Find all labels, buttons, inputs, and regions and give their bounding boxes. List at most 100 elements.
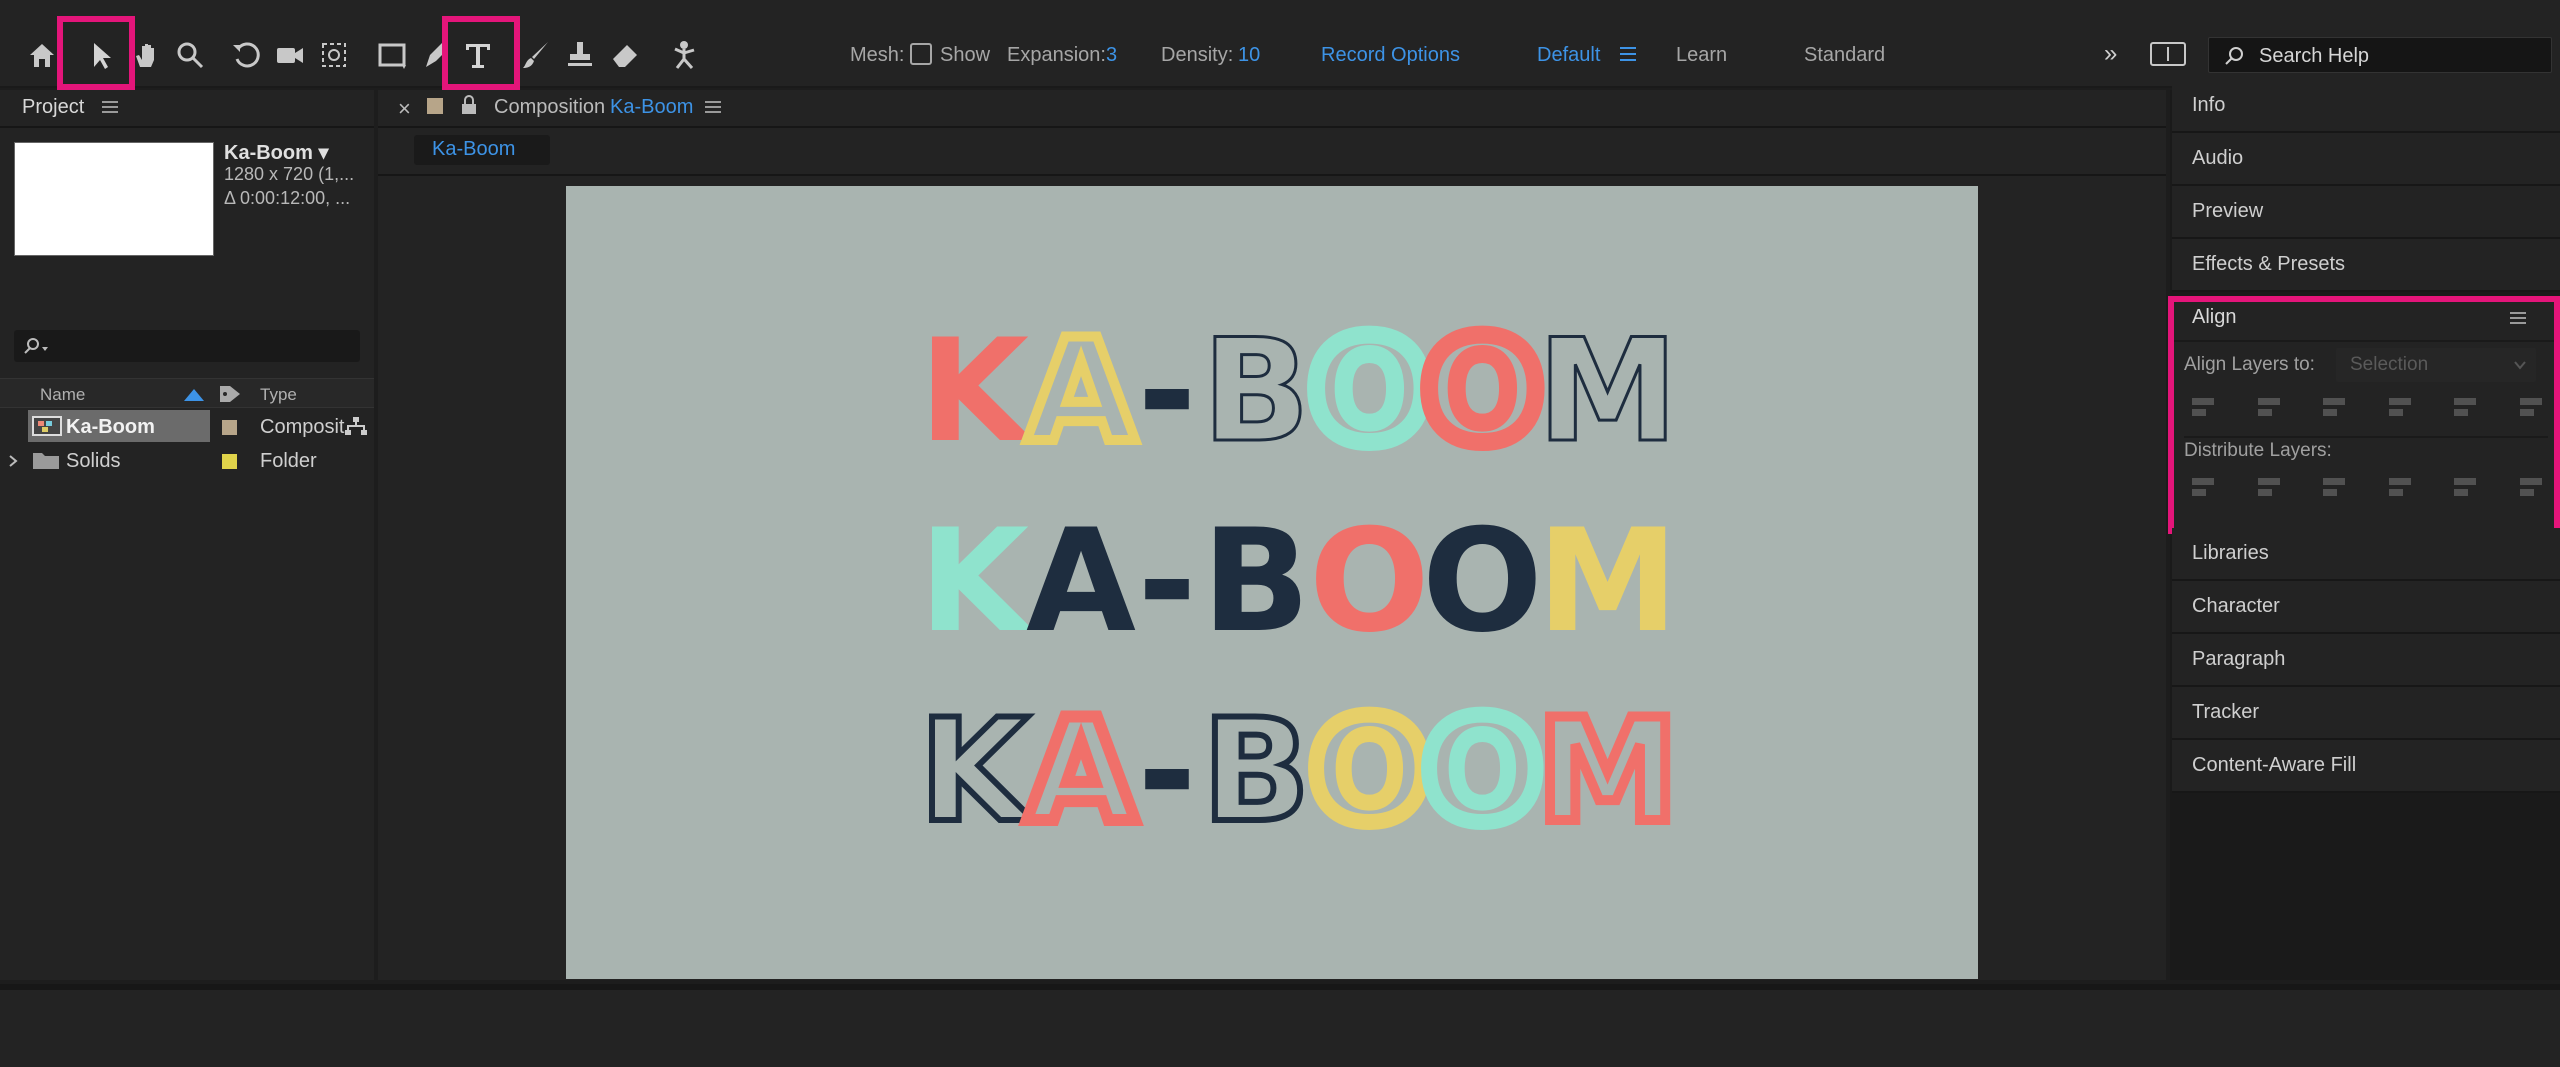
letter-dash: - [1137,689,1197,854]
selection-tool-highlight [57,16,135,90]
project-header-divider [0,126,374,128]
clone-stamp-tool-icon[interactable] [558,33,602,77]
zoom-tool-icon[interactable] [168,33,212,77]
ka-boom-line-2[interactable]: K A - B O O M [566,499,1978,664]
expansion-label: Expansion: [1007,44,1106,66]
letter-dash: - [1137,499,1197,664]
project-column-header: Name Type [0,378,374,408]
letter-b: B [1199,689,1313,854]
item-name: Ka-Boom [66,416,155,438]
audio-label: Audio [2192,147,2244,169]
show-label: Show [940,44,991,66]
density-value[interactable]: 10 [1238,44,1260,67]
name-column-header[interactable]: Name [40,385,85,405]
record-options-button[interactable]: Record Options [1321,44,1460,67]
workspace-menu-icon[interactable] [1620,47,1636,61]
flowchart-icon[interactable] [344,416,368,436]
content-aware-fill-label: Content-Aware Fill [2192,754,2357,776]
project-search-input[interactable] [14,330,360,362]
rectangle-tool-icon[interactable] [370,33,414,77]
info-panel-tab[interactable]: Info [2172,80,2560,133]
rotate-tool-icon[interactable] [224,33,268,77]
ka-boom-line-3[interactable]: K A - B O O M [566,689,1978,854]
content-aware-fill-panel-tab[interactable]: Content-Aware Fill [2172,740,2560,793]
letter-a: A [1021,309,1141,474]
effects-presets-label: Effects & Presets [2192,253,2346,275]
panel-layout-icon[interactable] [2150,42,2186,66]
toolbar: Mesh: Show Expansion: 3 Density: 10 Reco… [0,0,2560,90]
mesh-label: Mesh: [850,44,905,66]
folder-icon [33,453,59,469]
composition-tab-prefix[interactable]: Composition [494,96,605,119]
composition-canvas[interactable]: K A - B O O M K A - B O O M K A - B O O … [566,186,1978,979]
tracker-panel-tab[interactable]: Tracker [2172,687,2560,740]
paragraph-label: Paragraph [2192,648,2286,670]
item-type: Folder [260,450,317,472]
search-help-input[interactable]: Search Help [2208,37,2552,73]
expand-chevron-icon[interactable] [8,454,18,468]
puppet-tool-icon[interactable] [662,33,706,77]
comp-duration: Δ 0:00:12:00, ... [224,188,351,208]
pan-behind-tool-icon[interactable] [312,33,356,77]
character-panel-tab[interactable]: Character [2172,581,2560,634]
composition-tab-name[interactable]: Ka-Boom [610,96,693,119]
item-name: Solids [66,450,121,472]
workspace-default[interactable]: Default [1537,44,1600,67]
search-icon [2225,47,2243,65]
workspace-learn[interactable]: Learn [1676,44,1727,67]
letter-o: O [1414,689,1551,854]
align-panel-highlight [2168,296,2560,534]
composition-header-divider [378,126,2166,128]
audio-panel-tab[interactable]: Audio [2172,133,2560,186]
label-tag-icon[interactable] [218,384,242,404]
letter-k: K [916,689,1032,854]
composition-icon [32,416,62,436]
paragraph-panel-tab[interactable]: Paragraph [2172,634,2560,687]
label-color-swatch[interactable] [222,420,237,435]
ka-boom-line-1[interactable]: K A - B O O M [566,309,1978,474]
timeline-panel[interactable] [0,984,2560,1067]
eraser-tool-icon[interactable] [603,33,647,77]
comp-name-dropdown[interactable]: Ka-Boom ▾ [224,140,328,165]
composition-subtab[interactable]: Ka-Boom [414,135,550,165]
letter-m: M [1536,309,1680,474]
density-label: Density: [1161,44,1234,66]
letter-a: A [1026,499,1136,664]
more-workspaces-icon[interactable]: » [2104,40,2117,68]
project-item-solids[interactable]: Solids Folder [0,444,374,476]
search-icon [24,338,48,354]
show-mesh-checkbox[interactable] [910,43,932,65]
label-color-swatch[interactable] [222,454,237,469]
project-panel-menu-icon[interactable] [102,101,118,113]
expansion-value[interactable]: 3 [1106,44,1117,67]
libraries-label: Libraries [2192,542,2269,564]
camera-tool-icon[interactable] [268,33,312,77]
letter-dash: - [1137,309,1197,474]
letter-o: O [1300,309,1439,474]
letter-k: K [918,499,1030,664]
libraries-panel-tab[interactable]: Libraries [2172,528,2560,581]
effects-presets-panel-tab[interactable]: Effects & Presets [2172,239,2560,292]
project-panel-title[interactable]: Project [22,96,84,119]
comp-size: 1280 x 720 (1,... [224,164,355,184]
letter-k: K [918,309,1030,474]
workspace-standard[interactable]: Standard [1804,44,1885,67]
sort-ascending-icon[interactable] [184,389,204,401]
viewer-divider [378,174,2166,176]
lock-icon[interactable] [460,95,478,115]
preview-label: Preview [2192,200,2264,222]
brush-tool-icon[interactable] [514,33,558,77]
preview-panel-tab[interactable]: Preview [2172,186,2560,239]
close-tab-icon[interactable]: × [398,96,411,122]
letter-o: O [1309,499,1430,664]
character-label: Character [2192,595,2280,617]
composition-thumbnail [14,142,214,256]
composition-panel-menu-icon[interactable] [705,101,721,113]
letter-a: A [1020,689,1142,854]
item-type: Composit [260,416,345,438]
type-column-header[interactable]: Type [260,385,297,405]
tab-label-color-swatch [427,98,443,114]
search-help-placeholder: Search Help [2259,45,2370,67]
project-item-ka-boom[interactable]: Ka-Boom Composit [0,410,374,442]
info-label: Info [2192,94,2226,116]
